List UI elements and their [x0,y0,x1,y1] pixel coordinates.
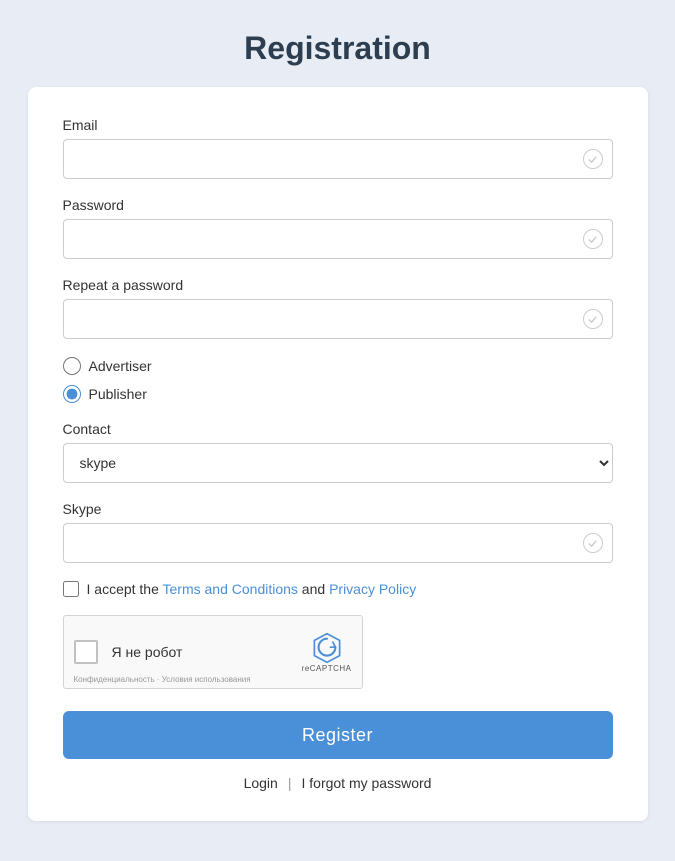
email-label: Email [63,117,613,133]
skype-input-wrapper [63,523,613,563]
password-input[interactable] [63,219,613,259]
email-input-wrapper [63,139,613,179]
recaptcha-logo: reCAPTCHA [302,632,352,673]
terms-middle: and [298,581,329,597]
email-check-icon [583,149,603,169]
registration-form: Email Password Repeat a password [28,87,648,821]
skype-label: Skype [63,501,613,517]
terms-label: I accept the Terms and Conditions and Pr… [87,581,417,597]
repeat-password-check-icon [583,309,603,329]
recaptcha-checkbox[interactable] [74,640,98,664]
register-button[interactable]: Register [63,711,613,759]
contact-label: Contact [63,421,613,437]
contact-field-group: Contact skype telegram email phone [63,421,613,483]
password-input-wrapper [63,219,613,259]
password-label: Password [63,197,613,213]
advertiser-radio-item[interactable]: Advertiser [63,357,613,375]
advertiser-label: Advertiser [89,358,152,374]
terms-checkbox-row: I accept the Terms and Conditions and Pr… [63,581,613,597]
skype-check-icon [583,533,603,553]
email-field-group: Email [63,117,613,179]
footer-links: Login | I forgot my password [63,775,613,791]
recaptcha-text: Я не робот [112,644,294,660]
privacy-link[interactable]: Privacy Policy [329,581,416,597]
terms-prefix: I accept the [87,581,163,597]
contact-select-wrapper: skype telegram email phone [63,443,613,483]
skype-field-group: Skype [63,501,613,563]
recaptcha-logo-icon [311,632,343,664]
recaptcha-small-text: Конфиденциальность · Условия использован… [74,675,251,684]
password-check-icon [583,229,603,249]
page-title: Registration [244,30,431,67]
publisher-label: Publisher [89,386,147,402]
footer-divider: | [288,775,292,791]
terms-link[interactable]: Terms and Conditions [163,581,298,597]
repeat-password-label: Repeat a password [63,277,613,293]
contact-select[interactable]: skype telegram email phone [63,443,613,483]
password-field-group: Password [63,197,613,259]
publisher-radio-item[interactable]: Publisher [63,385,613,403]
repeat-password-field-group: Repeat a password [63,277,613,339]
repeat-password-input-wrapper [63,299,613,339]
forgot-password-link[interactable]: I forgot my password [301,775,431,791]
publisher-radio[interactable] [63,385,81,403]
recaptcha-box[interactable]: Я не робот reCAPTCHA Конфиденциальность … [63,615,363,689]
terms-checkbox[interactable] [63,581,79,597]
advertiser-radio[interactable] [63,357,81,375]
repeat-password-input[interactable] [63,299,613,339]
login-link[interactable]: Login [244,775,278,791]
email-input[interactable] [63,139,613,179]
skype-input[interactable] [63,523,613,563]
role-radio-group: Advertiser Publisher [63,357,613,403]
recaptcha-brand-label: reCAPTCHA [302,664,352,673]
